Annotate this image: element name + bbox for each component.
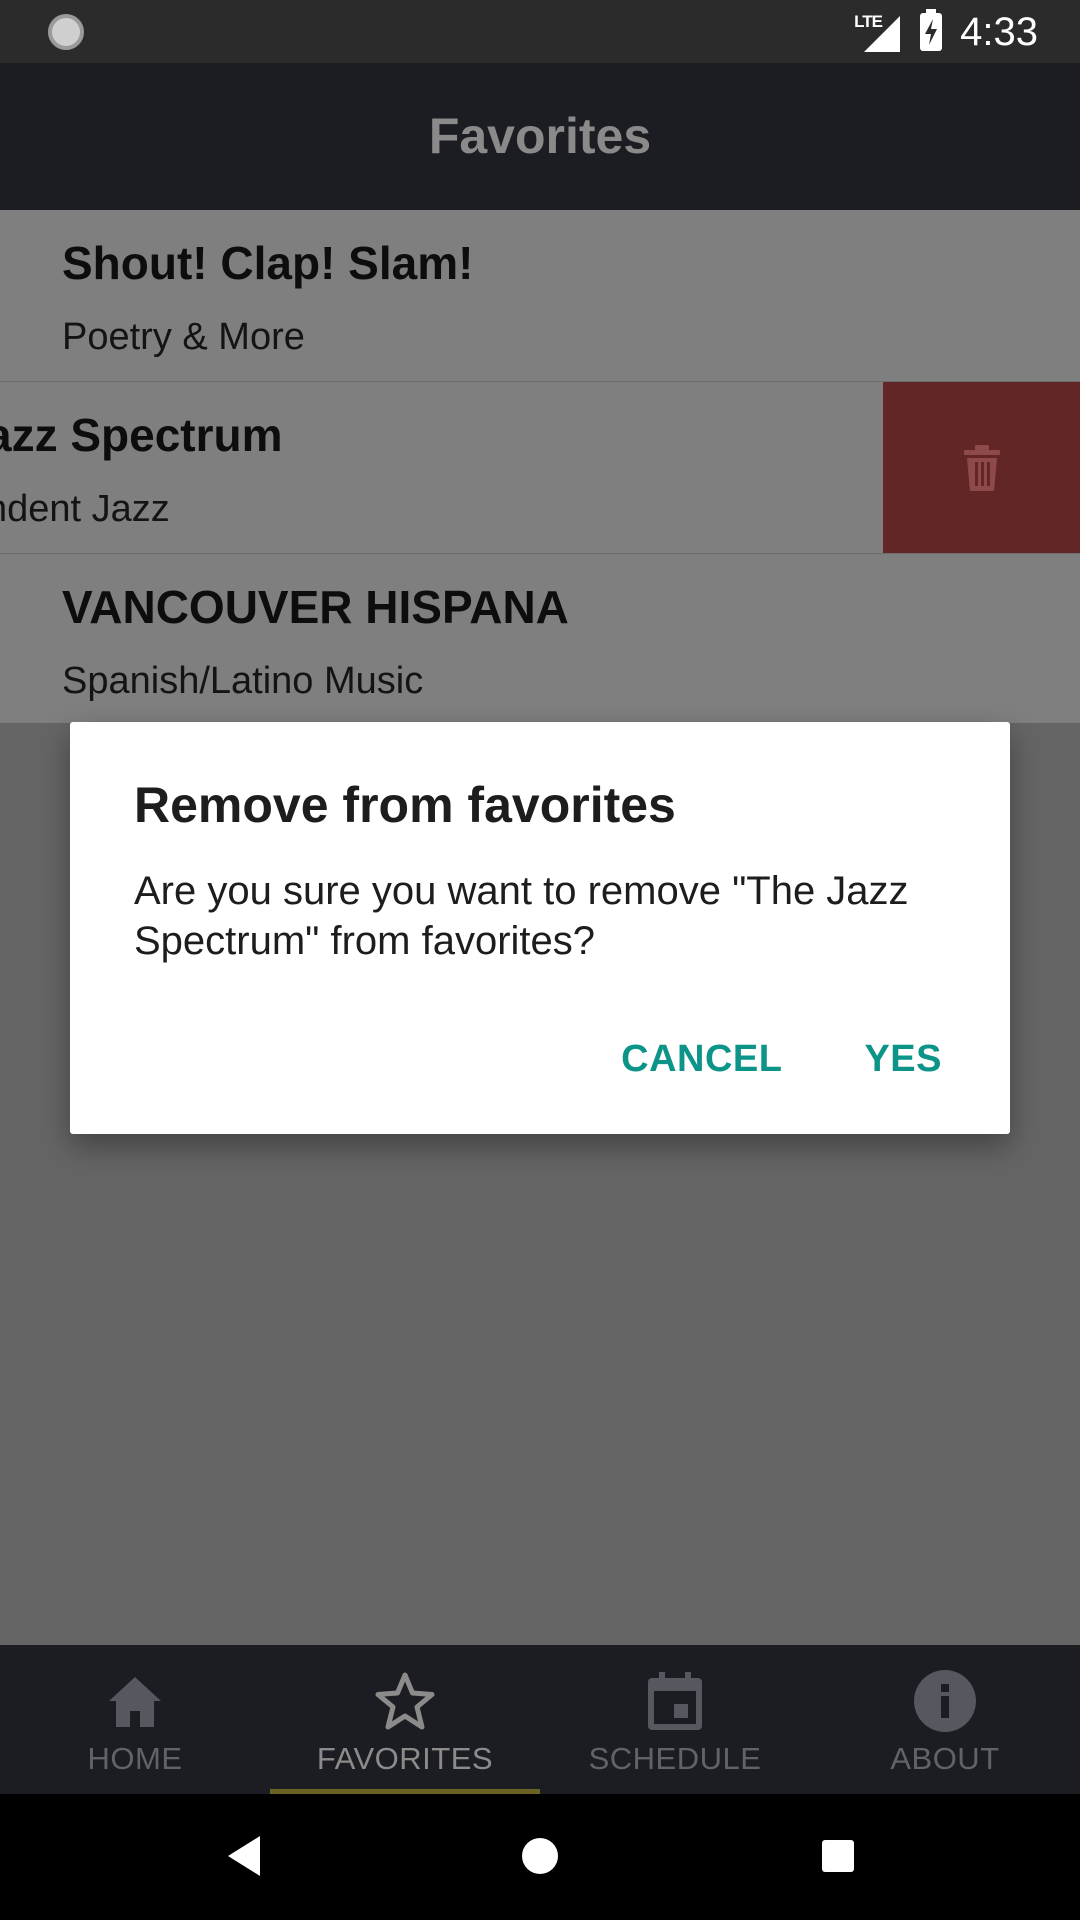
- bottom-navigation: HOME FAVORITES SCHEDULE ABOUT: [0, 1645, 1080, 1794]
- star-icon: [373, 1669, 437, 1733]
- app-bar: Favorites: [0, 63, 1080, 210]
- list-item[interactable]: VANCOUVER HISPANA Spanish/Latino Music: [0, 554, 1080, 726]
- nav-item-home[interactable]: HOME: [0, 1645, 270, 1794]
- status-icons: LTE 4:33: [854, 9, 1038, 54]
- battery-charging-icon: [920, 9, 943, 51]
- signal-icon: LTE: [854, 12, 902, 52]
- cancel-button[interactable]: CANCEL: [621, 1038, 782, 1081]
- info-icon: [913, 1669, 977, 1733]
- trash-icon: [963, 444, 1000, 491]
- favorites-list: Shout! Clap! Slam! Poetry & More azz Spe…: [0, 210, 1080, 726]
- dialog-buttons: CANCEL YES: [621, 1038, 942, 1081]
- status-bar: LTE 4:33: [0, 0, 1080, 63]
- nav-item-favorites[interactable]: FAVORITES: [270, 1645, 540, 1794]
- system-navigation-bar: [0, 1794, 1080, 1920]
- status-time: 4:33: [960, 9, 1038, 54]
- nav-label-favorites: FAVORITES: [316, 1741, 494, 1776]
- remove-favorite-dialog: Remove from favorites Are you sure you w…: [70, 722, 1010, 1134]
- home-circle-icon[interactable]: [521, 1834, 559, 1878]
- calendar-icon: [643, 1669, 707, 1733]
- nav-item-about[interactable]: ABOUT: [810, 1645, 1080, 1794]
- back-icon[interactable]: [224, 1834, 264, 1878]
- nav-label-schedule: SCHEDULE: [588, 1741, 762, 1776]
- list-item[interactable]: Shout! Clap! Slam! Poetry & More: [0, 210, 1080, 382]
- dialog-message: Are you sure you want to remove "The Jaz…: [134, 869, 909, 963]
- list-item-subtitle: ndent Jazz: [0, 488, 170, 530]
- list-item-title: azz Spectrum: [0, 409, 283, 461]
- list-item-content: Shout! Clap! Slam! Poetry & More: [62, 236, 473, 359]
- list-item-title: Shout! Clap! Slam!: [62, 237, 474, 289]
- yes-button[interactable]: YES: [864, 1038, 942, 1081]
- list-item-content: VANCOUVER HISPANA Spanish/Latino Music: [62, 580, 569, 703]
- list-item-swiped[interactable]: azz Spectrum ndent Jazz: [0, 382, 1080, 554]
- dialog-title: Remove from favorites: [134, 777, 676, 833]
- list-item-content: azz Spectrum ndent Jazz: [0, 408, 283, 531]
- list-item-title: VANCOUVER HISPANA: [62, 581, 569, 633]
- recents-icon[interactable]: [820, 1834, 856, 1878]
- page-title: Favorites: [428, 108, 652, 164]
- nav-item-schedule[interactable]: SCHEDULE: [540, 1645, 810, 1794]
- delete-action-button[interactable]: [883, 382, 1080, 553]
- nav-label-home: HOME: [87, 1741, 183, 1776]
- list-item-subtitle: Poetry & More: [62, 316, 305, 358]
- home-icon: [103, 1669, 167, 1733]
- list-item-subtitle: Spanish/Latino Music: [62, 660, 424, 702]
- loading-spinner-icon: [48, 14, 84, 50]
- nav-label-about: ABOUT: [890, 1741, 1000, 1776]
